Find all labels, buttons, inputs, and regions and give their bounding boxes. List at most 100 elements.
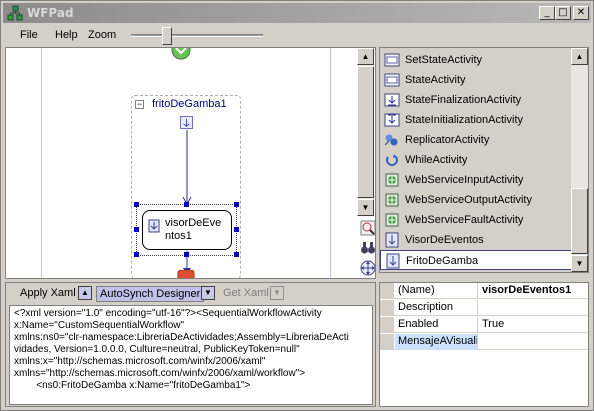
autosynch-designer-toggle[interactable]: AutoSynch Designer [96,286,205,302]
state-icon [384,73,400,87]
close-button[interactable]: ✕ [573,6,589,20]
property-gutter [380,283,394,299]
toolbox-item-label: WebServiceFaultActivity [405,214,524,226]
replicator-icon [384,134,398,146]
while-loop-icon [386,154,398,166]
property-name: Enabled [395,317,478,333]
apply-xaml-arrow-icon[interactable]: ▲ [78,286,92,300]
zoom-slider-track[interactable] [131,34,263,37]
property-row[interactable]: MensajeAVisualizar [380,334,588,350]
sequence-start-icon [180,116,193,129]
toolbox-vertical-scrollbar[interactable]: ▲ ▼ [571,48,588,272]
resize-handle[interactable] [234,227,239,232]
xaml-editor[interactable]: <?xml version="1.0" encoding="utf-16"?><… [9,305,373,405]
zoom-label: Zoom [88,29,117,41]
resize-handle[interactable] [184,252,189,257]
toolbox-item[interactable]: WebServiceInputActivity [380,170,573,190]
apply-xaml-button[interactable]: Apply Xaml [20,286,76,302]
property-value[interactable] [479,300,587,316]
web-service-icon [385,213,399,227]
state-icon [384,53,400,67]
resize-handle[interactable] [134,227,139,232]
xaml-panel: Apply Xaml ▲ AutoSynch Designer ▼ Get Xa… [5,282,376,407]
autosynch-arrow-icon[interactable]: ▼ [201,286,215,300]
toolbox-item-label: StateInitializationActivity [405,114,523,126]
property-value[interactable]: visorDeEventos1 [479,283,587,299]
scroll-up-button[interactable]: ▲ [357,48,374,65]
toolbox-item[interactable]: ReplicatorActivity [380,130,573,150]
navigation-icon[interactable] [360,260,376,276]
property-value[interactable]: True [479,317,587,333]
toolbox-item[interactable]: StateFinalizationActivity [380,90,573,110]
property-grid: (Name) visorDeEventos1 Description Enabled T… [379,282,589,407]
toolbox-item-label: WebServiceOutputActivity [405,194,532,206]
property-row[interactable]: Description [380,300,588,316]
activity-visor-de-eventos[interactable]: visorDeEve ntos1 [142,210,232,250]
toolbox-item[interactable]: SetStateActivity [380,50,573,70]
maximize-button[interactable]: □ [555,6,571,20]
designer-vertical-scrollbar[interactable]: ▲ ▼ [357,48,374,216]
toolbox-item[interactable]: FritoDeGamba [380,250,573,270]
get-xaml-button[interactable]: Get Xaml [223,286,269,302]
state-finalization-icon [384,93,400,107]
zoom-slider-thumb[interactable] [162,27,172,45]
resize-handle[interactable] [234,202,239,207]
xaml-toolbar: Apply Xaml ▲ AutoSynch Designer ▼ Get Xa… [6,283,375,303]
collapse-toggle[interactable]: − [135,100,144,109]
scroll-down-button[interactable]: ▼ [571,255,588,272]
zoom-in-icon[interactable] [360,220,376,236]
property-name: Description [395,300,478,316]
property-name: MensajeAVisualizar [395,334,478,350]
toolbox-item-label: WebServiceInputActivity [405,174,524,186]
menu-bar: File Help Zoom [3,25,591,47]
property-gutter [380,300,394,316]
toolbox-item-label: StateActivity [405,74,466,86]
toolbox-item[interactable]: StateInitializationActivity [380,110,573,130]
toolbox-item-label: StateFinalizationActivity [405,94,522,106]
property-name: (Name) [395,283,478,299]
property-row[interactable]: (Name) visorDeEventos1 [380,283,588,299]
minimize-button[interactable]: _ [539,6,555,20]
workflow-app-icon [7,5,23,21]
menu-file[interactable]: File [20,29,38,41]
scroll-thumb[interactable] [571,188,588,254]
scroll-thumb[interactable] [357,66,374,198]
menu-help[interactable]: Help [55,29,78,41]
toolbox-item[interactable]: StateActivity [380,70,573,90]
scroll-down-button[interactable]: ▼ [357,199,374,216]
property-row[interactable]: Enabled True [380,317,588,333]
toolbox-item[interactable]: WhileActivity [380,150,573,170]
property-gutter [380,334,394,350]
sequence-activity-label: fritoDeGamba1 [152,98,227,110]
activity-label: visorDeEve ntos1 [165,217,222,242]
resize-handle[interactable] [184,202,189,207]
resize-handle[interactable] [134,252,139,257]
web-service-icon [385,193,399,207]
toolbox-item-label: FritoDeGamba [406,255,479,267]
custom-activity-icon [148,219,160,233]
property-gutter [380,317,394,333]
state-initialization-icon [384,113,400,127]
designer-canvas[interactable]: − fritoDeGamba1 visorDeEve ntos1 [6,48,356,278]
pan-binoculars-icon[interactable] [360,240,376,256]
toolbox-item-label: VisorDeEventos [405,234,484,246]
toolbox-item-label: WhileActivity [405,154,468,166]
property-value[interactable] [479,334,587,350]
resize-handle[interactable] [234,252,239,257]
toolbox-item-label: SetStateActivity [405,54,483,66]
get-xaml-arrow-icon[interactable]: ▼ [270,286,284,300]
activity-toolbox: SetStateActivity StateActivity StateFinali… [379,47,589,273]
web-service-icon [385,173,399,187]
scroll-up-button[interactable]: ▲ [571,48,588,65]
toolbox-item[interactable]: WebServiceFaultActivity [380,210,573,230]
title-bar[interactable]: WFPad _ □ ✕ [3,3,591,23]
toolbox-item-label: ReplicatorActivity [405,134,490,146]
workflow-start-icon [171,48,191,60]
main-window: WFPad _ □ ✕ File Help Zoom − fritoDeGamb… [0,0,594,411]
workflow-designer[interactable]: − fritoDeGamba1 visorDeEve ntos1 ▲ ▼ [5,47,376,279]
workflow-end-icon [177,270,195,278]
toolbox-item[interactable]: VisorDeEventos [380,230,573,250]
toolbox-item[interactable]: WebServiceOutputActivity [380,190,573,210]
custom-activity-icon [386,253,400,269]
resize-handle[interactable] [134,202,139,207]
